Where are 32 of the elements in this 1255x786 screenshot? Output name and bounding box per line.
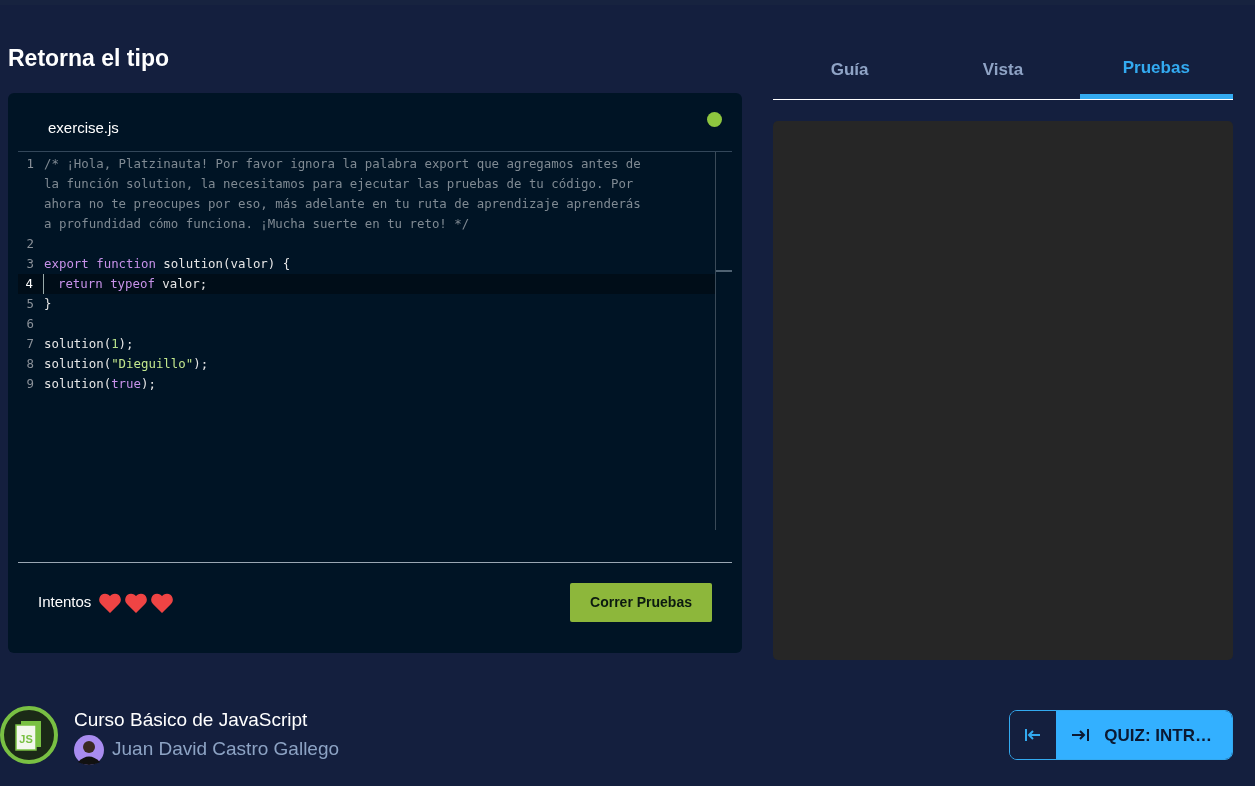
tab[interactable]: Pruebas (1079, 52, 1233, 99)
line-number: 1 (25, 155, 35, 173)
status-dot-icon (707, 112, 722, 127)
line-number: 6 (25, 315, 35, 333)
code-line: solution(true); (44, 375, 157, 393)
line-number: 2 (25, 235, 35, 253)
previous-icon (1024, 727, 1043, 744)
line-number: 4 (18, 274, 44, 294)
file-name: exercise.js (48, 119, 119, 136)
code-line: solution("Dieguillo"); (44, 355, 210, 373)
line-number: 9 (25, 375, 35, 393)
run-tests-button[interactable]: Correr Pruebas (570, 583, 712, 622)
next-class-button[interactable]: QUIZ: INTR… (1056, 711, 1232, 760)
line-number: 8 (25, 355, 35, 373)
code-line: solution(1); (44, 335, 135, 353)
code-line: /* ¡Hola, Platzinauta! Por favor ignora la palabra export que agregamos antes de la función solution, la necesitamos para ejecutar las pruebas de tu código. Por ahora no te preocupes por eso, más adelante en tu ruta de aprendizaje aprenderás a profundidad cómo funciona. ¡Mucha suerte en tu reto! */ (44, 155, 641, 233)
scrollbar[interactable] (715, 152, 732, 530)
course-title: Curso Básico de JavaScript (74, 708, 309, 732)
line-number: 7 (25, 335, 35, 353)
tab[interactable]: Guía (773, 52, 927, 99)
line-number: 3 (25, 255, 35, 273)
attempts-label: Intentos (38, 592, 92, 613)
course-badge-icon: JS (0, 706, 58, 765)
code-line: export function solution(valor) { (44, 255, 292, 273)
tab[interactable]: Vista (926, 52, 1080, 99)
avatar (74, 734, 104, 765)
next-icon (1070, 727, 1091, 744)
line-number: 5 (25, 295, 35, 313)
teacher-name[interactable]: Juan David Castro Gallego (112, 735, 340, 764)
code-line: } (44, 295, 53, 313)
page-title: Retorna el tipo (8, 44, 170, 73)
code-line: return typeof valor; (56, 275, 209, 293)
